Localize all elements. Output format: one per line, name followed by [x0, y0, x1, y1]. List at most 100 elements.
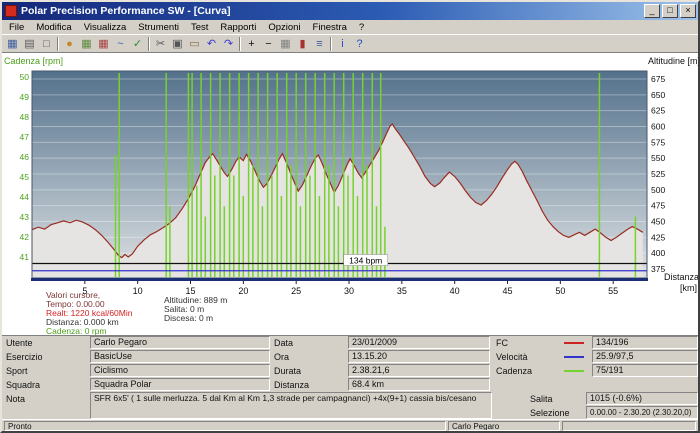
svg-text:45: 45 [503, 286, 513, 296]
undo-icon[interactable]: ↶ [203, 36, 220, 52]
status-bar: Pronto Carlo Pegaro [2, 419, 698, 431]
print-icon[interactable]: ▤ [21, 36, 38, 52]
svg-text:45: 45 [20, 172, 30, 182]
menu-item-finestra[interactable]: Finestra [307, 21, 353, 34]
svg-text:575: 575 [651, 137, 665, 147]
svg-text:48: 48 [20, 112, 30, 122]
svg-text:425: 425 [651, 232, 665, 242]
app-window: Polar Precision Performance SW - [Curva]… [0, 0, 700, 433]
menu-item-rapporti[interactable]: Rapporti [214, 21, 262, 34]
left-axis-title: Cadenza [rpm] [4, 56, 63, 66]
grid-icon[interactable]: ▦ [277, 36, 294, 52]
svg-text:525: 525 [651, 169, 665, 179]
status-message: Pronto [4, 421, 446, 431]
menu-item-modifica[interactable]: Modifica [30, 21, 77, 34]
field-salita[interactable]: 1015 (-0.6%) [586, 392, 698, 405]
title-bar: Polar Precision Performance SW - [Curva]… [2, 2, 698, 20]
svg-text:134 bpm: 134 bpm [349, 256, 382, 266]
maximize-button[interactable]: □ [662, 4, 678, 18]
field-utente[interactable]: Carlo Pegaro [90, 336, 270, 349]
left-axis-ticks: 50494847464544434241 [20, 72, 30, 262]
save-icon[interactable]: ▦ [4, 36, 21, 52]
print-preview-icon[interactable]: □ [38, 36, 55, 52]
field-ora[interactable]: 13.15.20 [348, 350, 490, 363]
label-esercizio: Esercizio [6, 352, 43, 362]
zoom-out-icon[interactable]: − [260, 36, 277, 52]
svg-text:475: 475 [651, 201, 665, 211]
redo-icon[interactable]: ↷ [220, 36, 237, 52]
svg-text:600: 600 [651, 122, 665, 132]
label-ora: Ora [274, 352, 289, 362]
x-axis-title-unit: [km] [680, 283, 697, 293]
copy-icon[interactable]: ▣ [169, 36, 186, 52]
x-axis-title: Distanza [664, 272, 699, 282]
label-sport: Sport [6, 366, 28, 376]
field-fc[interactable]: 134/196 [592, 336, 698, 349]
test-icon[interactable]: ✓ [129, 36, 146, 52]
status-user: Carlo Pegaro [448, 421, 560, 431]
toolbar-separator [330, 37, 332, 51]
label-durata: Durata [274, 366, 301, 376]
field-distanza[interactable]: 68.4 km [348, 378, 490, 391]
svg-text:40: 40 [450, 286, 460, 296]
diary-icon[interactable]: ▦ [78, 36, 95, 52]
svg-text:400: 400 [651, 248, 665, 258]
label-selezione: Selezione [530, 408, 570, 418]
svg-text:44: 44 [20, 192, 30, 202]
field-sport[interactable]: Ciclismo [90, 364, 270, 377]
close-button[interactable]: × [680, 4, 696, 18]
info-icon[interactable]: i [334, 36, 351, 52]
label-fc: FC [496, 338, 508, 348]
fc-line-swatch [564, 342, 584, 344]
field-cadenza[interactable]: 75/191 [592, 364, 698, 377]
cut-icon[interactable]: ✂ [152, 36, 169, 52]
exercise-info-panel: Utente Carlo Pegaro Esercizio BasicUse S… [2, 335, 698, 419]
calendar-icon[interactable]: ▦ [95, 36, 112, 52]
svg-text:550: 550 [651, 153, 665, 163]
svg-text:20: 20 [238, 286, 248, 296]
svg-text:49: 49 [20, 92, 30, 102]
menu-bar: FileModificaVisualizzaStrumentiTestRappo… [2, 20, 698, 34]
svg-text:47: 47 [20, 132, 30, 142]
person-icon[interactable]: ● [61, 36, 78, 52]
svg-text:46: 46 [20, 152, 30, 162]
svg-text:30: 30 [344, 286, 354, 296]
field-data[interactable]: 23/01/2009 [348, 336, 490, 349]
menu-item-strumenti[interactable]: Strumenti [132, 21, 185, 34]
label-squadra: Squadra [6, 380, 40, 390]
help-icon[interactable]: ? [351, 36, 368, 52]
field-selezione[interactable]: 0.00.00 - 2.30.20 (2.30.20,0) [586, 406, 698, 419]
svg-text:450: 450 [651, 217, 665, 227]
right-axis-ticks: 675650625600575550525500475450425400375 [651, 74, 665, 274]
svg-text:25: 25 [291, 286, 301, 296]
svg-text:41: 41 [20, 252, 30, 262]
field-esercizio[interactable]: BasicUse [90, 350, 270, 363]
menu-item-opzioni[interactable]: Opzioni [262, 21, 306, 34]
field-durata[interactable]: 2.38.21,6 [348, 364, 490, 377]
field-velocita[interactable]: 25.9/97,5 [592, 350, 698, 363]
menu-item-visualizza[interactable]: Visualizza [78, 21, 133, 34]
paste-icon[interactable]: ▭ [186, 36, 203, 52]
label-nota: Nota [6, 394, 25, 404]
svg-text:650: 650 [651, 90, 665, 100]
bar-chart-icon[interactable]: ▮ [294, 36, 311, 52]
menu-item-file[interactable]: File [3, 21, 30, 34]
field-squadra[interactable]: Squadra Polar [90, 378, 270, 391]
speed-line-swatch [564, 356, 584, 358]
label-distanza: Distanza [274, 380, 309, 390]
svg-text:50: 50 [20, 72, 30, 82]
svg-text:625: 625 [651, 106, 665, 116]
lap-list-icon[interactable]: ≡ [311, 36, 328, 52]
svg-text:500: 500 [651, 185, 665, 195]
cadence-line-swatch [564, 370, 584, 372]
curve-icon[interactable]: ~ [112, 36, 129, 52]
minimize-button[interactable]: _ [644, 4, 660, 18]
curve-view: 134 bpm504948474645444342416756506256005… [2, 52, 698, 335]
field-nota[interactable]: SFR 6x5' ( 1 sulle merluzza. 5 dal Km al… [90, 392, 492, 419]
toolbar-separator [57, 37, 59, 51]
menu-item-help[interactable]: ? [353, 21, 370, 34]
zoom-in-icon[interactable]: + [243, 36, 260, 52]
menu-item-test[interactable]: Test [185, 21, 214, 34]
window-title: Polar Precision Performance SW - [Curva] [21, 5, 642, 17]
app-icon [5, 5, 17, 17]
